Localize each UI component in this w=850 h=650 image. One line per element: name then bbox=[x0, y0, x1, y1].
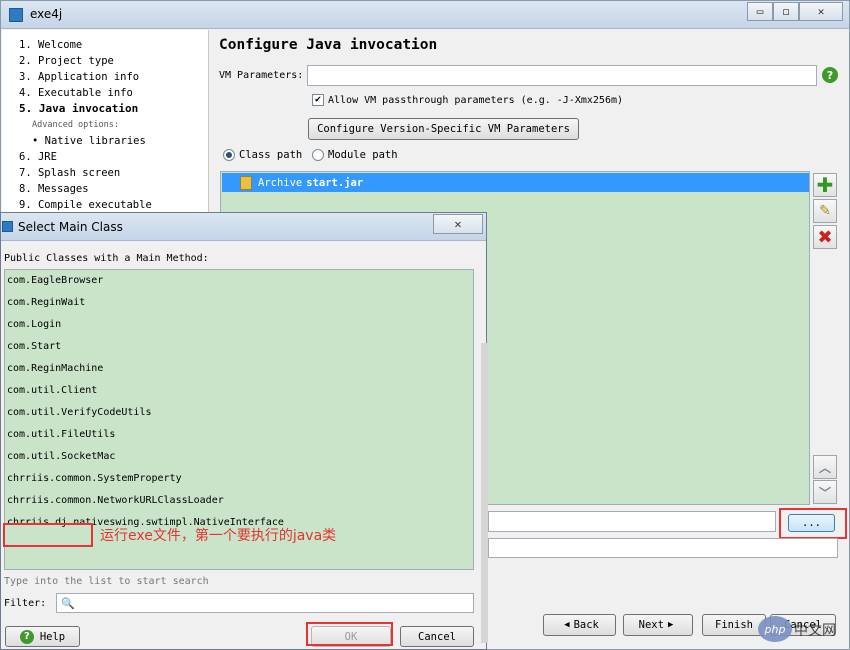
triangle-left-icon: ◀ bbox=[564, 620, 570, 630]
chevron-down-icon: ﹀ bbox=[818, 485, 831, 500]
search-icon: 🔍 bbox=[61, 596, 75, 610]
finish-button[interactable]: Finish bbox=[702, 614, 766, 636]
dialog-close-button[interactable]: ✕ bbox=[433, 214, 483, 234]
nav-item-compile-executable[interactable]: 9. Compile executable bbox=[2, 197, 208, 213]
window-title: exe4j bbox=[30, 7, 63, 21]
add-entry-button[interactable]: ✚ bbox=[813, 173, 837, 197]
nav-item-executable-info[interactable]: 4. Executable info bbox=[2, 85, 208, 101]
version-vm-parameters-button[interactable]: Configure Version-Specific VM Parameters bbox=[308, 118, 579, 140]
advanced-options-header: Advanced options: bbox=[32, 120, 119, 130]
classpath-entry[interactable]: Archive start.jar bbox=[222, 173, 809, 192]
ok-highlight-box bbox=[306, 622, 393, 646]
app-icon bbox=[9, 8, 23, 22]
browse-highlight-box bbox=[779, 508, 847, 539]
passthrough-checkbox[interactable]: ✔ bbox=[312, 94, 324, 106]
back-label: Back bbox=[573, 619, 599, 631]
triangle-right-icon: ▶ bbox=[667, 620, 674, 630]
dialog-cancel-button[interactable]: Cancel bbox=[400, 626, 474, 647]
login-highlight-box bbox=[3, 523, 93, 547]
title-bar: exe4j ▭ ◻ ✕ bbox=[1, 1, 849, 29]
dialog-title-bar: Select Main Class ✕ bbox=[1, 213, 486, 241]
module-path-radio[interactable] bbox=[312, 149, 324, 161]
classpath-entry-type: Archive bbox=[258, 176, 303, 189]
nav-item-project-type[interactable]: 2. Project type bbox=[2, 53, 208, 69]
main-class-input[interactable] bbox=[488, 511, 776, 532]
nav-item-messages[interactable]: 8. Messages bbox=[2, 181, 208, 197]
vm-parameters-input[interactable] bbox=[307, 65, 817, 86]
main-class-list-label: Public Classes with a Main Method: bbox=[4, 253, 209, 264]
vm-parameters-label: VM Parameters: bbox=[219, 70, 304, 81]
nav-item-splash-screen[interactable]: 7. Splash screen bbox=[2, 165, 208, 181]
class-list-item[interactable]: com.util.VerifyCodeUtils bbox=[5, 402, 473, 424]
watermark-text: 中文网 bbox=[794, 623, 836, 639]
class-path-radio-option[interactable]: Class path bbox=[223, 149, 302, 161]
classpath-entry-file: start.jar bbox=[306, 176, 364, 189]
nav-item-welcome[interactable]: 1. Welcome bbox=[2, 37, 208, 53]
class-list-item[interactable]: com.util.Client bbox=[5, 380, 473, 402]
close-button[interactable]: ✕ bbox=[799, 2, 843, 21]
passthrough-label: Allow VM passthrough parameters (e.g. -J… bbox=[328, 94, 624, 106]
maximize-button[interactable]: ◻ bbox=[773, 2, 799, 21]
nav-item-application-info[interactable]: 3. Application info bbox=[2, 69, 208, 85]
remove-entry-button[interactable]: ✖ bbox=[813, 225, 837, 249]
pencil-icon: ✎ bbox=[819, 203, 831, 219]
module-path-radio-label: Module path bbox=[328, 149, 398, 161]
class-list-item[interactable]: com.ReginWait bbox=[5, 292, 473, 314]
back-button[interactable]: ◀ Back bbox=[543, 614, 616, 636]
dialog-app-icon bbox=[2, 221, 13, 232]
module-path-radio-option[interactable]: Module path bbox=[312, 149, 398, 161]
dialog-scrollbar[interactable] bbox=[481, 343, 488, 643]
delete-icon: ✖ bbox=[817, 226, 833, 248]
class-path-radio[interactable] bbox=[223, 149, 235, 161]
dialog-title: Select Main Class bbox=[18, 220, 123, 234]
nav-item-java-invocation[interactable]: 5. Java invocation bbox=[2, 101, 208, 117]
class-list-item[interactable]: com.ReginMachine bbox=[5, 358, 473, 380]
class-list-item[interactable]: com.util.FileUtils bbox=[5, 424, 473, 446]
class-list-item[interactable]: com.Login bbox=[5, 314, 473, 336]
next-button[interactable]: Next ▶ bbox=[623, 614, 693, 636]
move-up-button[interactable]: ︿ bbox=[813, 455, 837, 479]
class-list-item[interactable]: com.EagleBrowser bbox=[5, 270, 473, 292]
select-main-class-dialog: Select Main Class ✕ Public Classes with … bbox=[0, 212, 488, 650]
scrollbar-thumb[interactable] bbox=[481, 343, 488, 643]
nav-item-jre[interactable]: 6. JRE bbox=[2, 149, 208, 165]
jar-icon bbox=[240, 175, 252, 190]
help-label: Help bbox=[39, 630, 66, 643]
chevron-up-icon: ︿ bbox=[818, 460, 831, 475]
minimize-button[interactable]: ▭ bbox=[747, 2, 773, 21]
passthrough-option[interactable]: ✔ Allow VM passthrough parameters (e.g. … bbox=[312, 94, 623, 106]
php-logo: php bbox=[758, 616, 792, 642]
class-list-item[interactable]: com.Start bbox=[5, 336, 473, 358]
next-label: Next bbox=[638, 619, 664, 631]
help-icon[interactable]: ? bbox=[822, 67, 838, 83]
filter-label: Filter: bbox=[4, 598, 47, 609]
class-path-radio-label: Class path bbox=[239, 149, 303, 161]
nav-item-native-libraries[interactable]: • Native libraries bbox=[2, 133, 208, 149]
move-down-button[interactable]: ﹀ bbox=[813, 480, 837, 504]
annotation-text: 运行exe文件，第一个要执行的java类 bbox=[100, 528, 337, 544]
help-icon: ? bbox=[19, 629, 34, 644]
arguments-input[interactable] bbox=[488, 538, 838, 558]
search-hint: Type into the list to start search bbox=[4, 576, 209, 587]
wizard-steps-sidebar: 1. Welcome 2. Project type 3. Applicatio… bbox=[2, 30, 209, 220]
window-controls: ▭ ◻ ✕ bbox=[747, 2, 843, 21]
plus-icon: ✚ bbox=[816, 173, 834, 197]
page-title: Configure Java invocation bbox=[219, 37, 438, 53]
class-list-item[interactable]: chrriis.common.NetworkURLClassLoader bbox=[5, 490, 473, 512]
class-list-item[interactable]: com.util.SocketMac bbox=[5, 446, 473, 468]
edit-entry-button[interactable]: ✎ bbox=[813, 199, 837, 223]
filter-input[interactable]: 🔍 bbox=[56, 593, 474, 613]
class-list-item[interactable]: chrriis.common.SystemProperty bbox=[5, 468, 473, 490]
watermark: php 中文网 bbox=[758, 616, 848, 646]
help-button[interactable]: ? Help bbox=[5, 626, 80, 647]
